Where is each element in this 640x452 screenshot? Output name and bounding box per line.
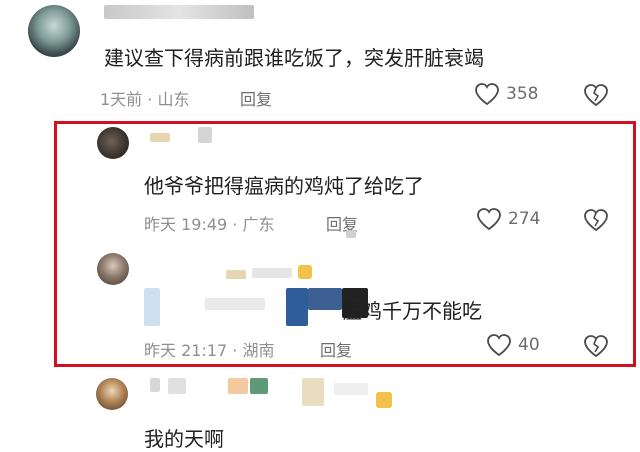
reply-button[interactable]: 回复	[320, 337, 352, 361]
avatar[interactable]	[97, 127, 129, 159]
avatar[interactable]	[28, 5, 80, 57]
like-count: 358	[506, 84, 539, 104]
comment-meta: 1天前 · 山东	[100, 90, 190, 109]
broken-heart-icon[interactable]	[583, 83, 609, 107]
blurred-quote	[205, 298, 265, 310]
comment-text: 我的天啊	[144, 427, 224, 451]
avatar[interactable]	[97, 253, 129, 285]
blurred-username	[150, 378, 160, 392]
heart-outline-icon	[476, 207, 502, 231]
like-button[interactable]: 274	[476, 207, 540, 231]
blurred-username	[334, 383, 368, 395]
heart-outline-icon	[474, 82, 500, 106]
blurred-quote	[144, 288, 160, 326]
broken-heart-icon[interactable]	[583, 208, 609, 232]
blurred-username	[376, 392, 392, 408]
comment-text: 建议查下得病前跟谁吃饭了，突发肝脏衰竭	[104, 46, 484, 70]
like-button[interactable]: 358	[474, 82, 538, 106]
like-button[interactable]: 40	[486, 333, 540, 357]
blurred-username	[302, 378, 324, 406]
avatar[interactable]	[96, 378, 128, 410]
blurred-quote	[308, 288, 342, 310]
blurred-username	[150, 133, 170, 142]
blurred-username	[252, 268, 292, 278]
like-count: 40	[518, 335, 540, 355]
comment-text: 他爷爷把得瘟病的鸡炖了给吃了	[144, 174, 424, 198]
blurred-username	[250, 378, 268, 394]
blurred-mark	[346, 230, 356, 238]
comment-text: 瘟鸡千万不能吃	[342, 299, 482, 323]
comment-meta: 昨天 21:17 · 湖南	[144, 341, 275, 360]
blurred-username	[168, 378, 186, 394]
blurred-username	[226, 270, 246, 279]
like-count: 274	[508, 209, 541, 229]
broken-heart-icon[interactable]	[583, 334, 609, 358]
blurred-username	[198, 127, 212, 143]
reply-button[interactable]: 回复	[240, 86, 272, 110]
blurred-quote	[286, 288, 308, 326]
blurred-username	[228, 378, 248, 394]
blurred-username	[298, 265, 312, 279]
blurred-username	[104, 5, 254, 19]
comment-meta: 昨天 19:49 · 广东	[144, 215, 275, 234]
highlight-box	[54, 121, 636, 367]
heart-outline-icon	[486, 333, 512, 357]
